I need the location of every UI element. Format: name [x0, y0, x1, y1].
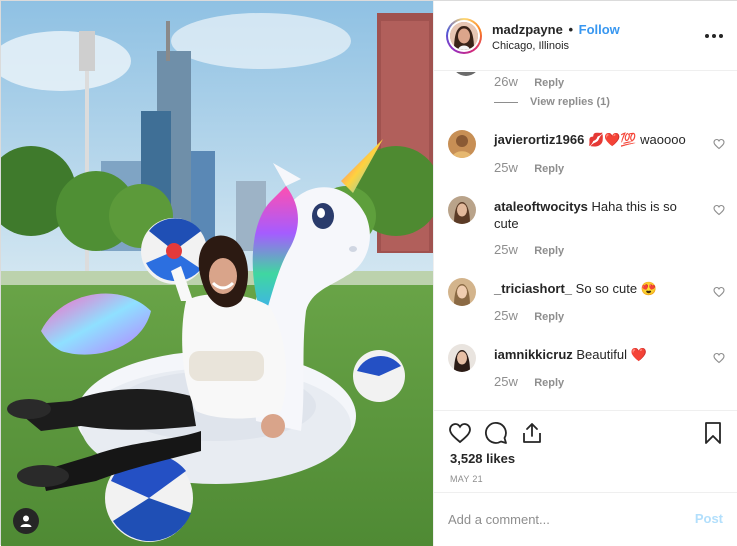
avatar-photo — [448, 278, 476, 306]
comment-body: Beautiful ❤️ — [576, 347, 647, 362]
reply-button[interactable]: Reply — [534, 245, 564, 257]
comment-avatar[interactable] — [452, 72, 480, 76]
more-options-button[interactable] — [703, 26, 725, 46]
heart-icon[interactable] — [713, 286, 725, 298]
author-username[interactable]: madzpayne — [492, 22, 563, 37]
avatar-photo — [448, 130, 476, 158]
comment-meta: 26w Reply — [494, 74, 564, 89]
comment-text-row: _triciashort_ So so cute 😍 — [494, 280, 704, 297]
comment-text-row: javierortiz1966 💋❤️💯 waoooo — [494, 131, 704, 148]
likes-count[interactable]: 3,528 likes — [450, 451, 515, 466]
instagram-post: madzpayne • Follow Chicago, Illinois 26w… — [0, 0, 737, 546]
comment-bubble-icon[interactable] — [484, 421, 508, 445]
comment-avatar[interactable] — [448, 130, 476, 158]
bookmark-icon[interactable] — [701, 421, 725, 445]
avatar-photo — [448, 344, 476, 372]
view-replies-button[interactable]: View replies (1) — [494, 96, 610, 108]
comment-partial: 26w Reply View replies (1) — [434, 72, 737, 118]
author-avatar[interactable] — [446, 18, 482, 54]
replies-divider — [494, 101, 518, 103]
comment-item: ataleoftwocitys Haha this is so cute 25w… — [434, 190, 737, 266]
comment-meta: 25w Reply — [494, 374, 564, 389]
comment-time[interactable]: 25w — [494, 374, 518, 389]
post-date[interactable]: MAY 21 — [450, 474, 483, 484]
reply-button[interactable]: Reply — [534, 77, 564, 89]
avatar-photo — [450, 22, 478, 50]
user-tag-icon — [20, 515, 32, 527]
comment-item: iamnikkicruz Beautiful ❤️ 25w Reply — [434, 338, 737, 398]
heart-icon[interactable] — [713, 352, 725, 364]
post-header: madzpayne • Follow Chicago, Illinois — [434, 1, 737, 71]
more-horizontal-icon — [704, 34, 725, 38]
photo-illustration — [1, 1, 433, 546]
comment-username[interactable]: ataleoftwocitys — [494, 199, 588, 214]
comment-username[interactable]: iamnikkicruz — [494, 347, 573, 362]
comment-meta: 25w Reply — [494, 308, 564, 323]
avatar-photo — [448, 196, 476, 224]
comment-meta: 25w Reply — [494, 242, 564, 257]
heart-icon[interactable] — [713, 204, 725, 216]
comment-avatar[interactable] — [448, 278, 476, 306]
comment-time[interactable]: 25w — [494, 308, 518, 323]
share-upload-icon[interactable] — [520, 421, 544, 445]
post-comment-button[interactable]: Post — [695, 511, 723, 526]
comments-list[interactable]: 26w Reply View replies (1) javierortiz19… — [434, 72, 737, 410]
header-separator: • — [568, 22, 573, 37]
view-replies-label: View replies (1) — [530, 96, 610, 108]
comment-meta: 25w Reply — [494, 160, 564, 175]
comment-time[interactable]: 25w — [494, 242, 518, 257]
comment-text-row: ataleoftwocitys Haha this is so cute — [494, 198, 704, 232]
add-comment-input[interactable] — [448, 509, 678, 529]
reply-button[interactable]: Reply — [534, 163, 564, 175]
follow-button[interactable]: Follow — [579, 22, 620, 37]
comment-username[interactable]: javierortiz1966 — [494, 132, 584, 147]
post-location[interactable]: Chicago, Illinois — [492, 39, 620, 54]
post-photo[interactable] — [1, 1, 433, 546]
comment-item: javierortiz1966 💋❤️💯 waoooo 25w Reply — [434, 126, 737, 186]
comment-avatar[interactable] — [448, 196, 476, 224]
post-actions: 3,528 likes MAY 21 — [434, 410, 737, 500]
comment-avatar[interactable] — [448, 344, 476, 372]
comment-username[interactable]: _triciashort_ — [494, 281, 572, 296]
comment-text-row: iamnikkicruz Beautiful ❤️ — [494, 346, 704, 363]
reply-button[interactable]: Reply — [534, 377, 564, 389]
user-tag-button[interactable] — [13, 508, 39, 534]
reply-button[interactable]: Reply — [534, 311, 564, 323]
heart-icon[interactable] — [448, 421, 472, 445]
comment-time[interactable]: 25w — [494, 160, 518, 175]
comment-time[interactable]: 26w — [494, 74, 518, 89]
post-side-panel: madzpayne • Follow Chicago, Illinois 26w… — [433, 1, 737, 546]
comment-item: _triciashort_ So so cute 😍 25w Reply — [434, 272, 737, 332]
comment-composer: Post — [434, 492, 737, 546]
comment-body: 💋❤️💯 waoooo — [587, 132, 686, 147]
comment-body: So so cute 😍 — [575, 281, 657, 296]
heart-icon[interactable] — [713, 138, 725, 150]
